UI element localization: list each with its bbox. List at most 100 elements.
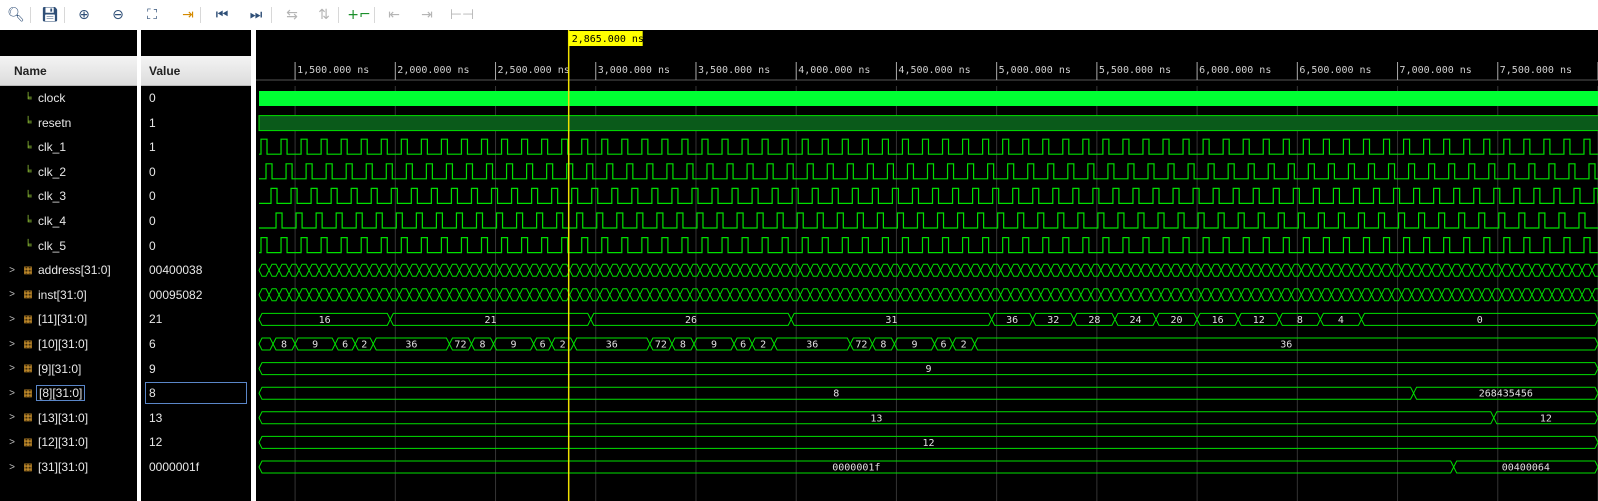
reg10-waveform-value-label: 36 (405, 340, 417, 351)
time-tick-label: 5,500.000 ns (1099, 65, 1171, 76)
reg11-waveform-value-label: 32 (1047, 315, 1059, 326)
signal-row-clock[interactable]: ╘ clock (0, 86, 137, 110)
expand-chevron-icon[interactable]: > (8, 412, 16, 423)
signal-row-31310[interactable]: > ▦ [31][31:0] (0, 455, 137, 479)
address-waveform-segment (308, 263, 320, 277)
address-waveform-segment (288, 263, 300, 277)
address-waveform-segment (589, 263, 601, 277)
signal-row-clk-1[interactable]: ╘ clk_1 (0, 135, 137, 159)
address-waveform-segment (1300, 263, 1312, 277)
zoom-fit-icon: ⛶ (147, 7, 157, 23)
signal-row-resetn[interactable]: ╘ resetn (0, 111, 137, 135)
zoom-in-button[interactable]: ⊕ (73, 4, 95, 26)
signal-row-12310[interactable]: > ▦ [12][31:0] (0, 430, 137, 454)
go-to-cursor-button[interactable]: ⇥ (177, 4, 199, 26)
reg10-waveform-value-label: 72 (655, 340, 667, 351)
address-waveform-segment (438, 263, 450, 277)
expand-chevron-icon[interactable]: > (8, 437, 16, 448)
reg10-waveform-value-label: 9 (511, 340, 517, 351)
zoom-fit-button[interactable]: ⛶ (141, 4, 163, 26)
zoom-out-button[interactable]: ⊖ (107, 4, 129, 26)
address-waveform-segment (599, 263, 611, 277)
signal-value: 9 (149, 361, 156, 376)
inst-waveform-segment (859, 288, 871, 302)
signal-row-clk-2[interactable]: ╘ clk_2 (0, 160, 137, 184)
reg10-waveform-value-label: 72 (454, 340, 466, 351)
bit-signal-icon: ╘ (24, 92, 32, 104)
inst-waveform-segment (829, 288, 841, 302)
waveform-canvas[interactable]: 1,500.000 ns 2,000.000 ns 2,500.000 ns 3,00… (256, 30, 1598, 501)
inst-waveform-segment (1200, 288, 1212, 302)
signal-row-8310[interactable]: > ▦ [8][31:0] (0, 381, 137, 405)
signal-value[interactable]: 8 (145, 382, 247, 405)
address-waveform-segment (428, 263, 440, 277)
signal-name-panel: Name ╘ clock ╘ resetn ╘ clk_1 ╘ clk_2 ╘ clk_3 ╘ clk… (0, 30, 137, 501)
address-waveform-segment (1070, 263, 1082, 277)
inst-waveform-segment (1290, 288, 1302, 302)
reg13-waveform-value-label: 13 (870, 413, 882, 424)
inst-waveform-segment (1431, 288, 1443, 302)
reg11-waveform-value-label: 4 (1338, 315, 1344, 326)
reg10-waveform-value-label: 8 (880, 340, 886, 351)
signal-row-10310[interactable]: > ▦ [10][31:0] (0, 332, 137, 356)
value-column-header[interactable]: Value (141, 56, 251, 86)
expand-chevron-icon[interactable]: > (8, 363, 16, 374)
expand-chevron-icon[interactable]: > (8, 289, 16, 300)
address-waveform-segment (909, 263, 922, 277)
inst-waveform-segment (418, 288, 430, 302)
next-marker-button: ⇥ (416, 4, 438, 26)
signal-value: 0 (149, 189, 156, 204)
address-waveform-segment (789, 263, 801, 277)
inst-waveform-segment (388, 288, 400, 302)
signal-row-11310[interactable]: > ▦ [11][31:0] (0, 307, 137, 331)
inst-waveform-segment (358, 288, 370, 302)
inst-waveform-segment (929, 288, 942, 302)
inst-waveform-segment (328, 288, 340, 302)
inst-waveform-segment (1390, 288, 1403, 302)
inst-waveform-segment (939, 288, 952, 302)
address-waveform-segment (779, 263, 791, 277)
inst-waveform-segment (529, 288, 541, 302)
inst-waveform-segment (1360, 288, 1373, 302)
zoom-search-button[interactable]: 🔍︎ (5, 4, 27, 26)
address-waveform-segment (1170, 263, 1182, 277)
inst-waveform-segment (970, 288, 982, 302)
inst-waveform-segment (1270, 288, 1282, 302)
signal-row-13310[interactable]: > ▦ [13][31:0] (0, 406, 137, 430)
expand-chevron-icon[interactable]: > (8, 462, 16, 473)
expand-chevron-icon[interactable]: > (8, 265, 16, 276)
bus-signal-icon: ▦ (23, 289, 33, 301)
address-waveform-segment (488, 263, 501, 277)
expand-chevron-icon[interactable]: > (8, 339, 16, 350)
name-column-header[interactable]: Name (0, 56, 137, 86)
reg10-waveform-value-label: 72 (855, 340, 867, 351)
add-marker-button[interactable]: +⌐ (347, 4, 370, 26)
inst-waveform-segment (709, 288, 721, 302)
inst-waveform-segment (378, 288, 390, 302)
inst-waveform-segment (539, 288, 551, 302)
signal-row-9310[interactable]: > ▦ [9][31:0] (0, 357, 137, 381)
address-waveform-segment (769, 263, 781, 277)
save-button[interactable]: 💾︎ (39, 4, 61, 26)
signal-row-inst310[interactable]: > ▦ inst[31:0] (0, 283, 137, 307)
signal-row-address310[interactable]: > ▦ address[31:0] (0, 258, 137, 282)
address-waveform-segment (739, 263, 751, 277)
inst-waveform-segment (1380, 288, 1393, 302)
address-waveform-segment (990, 263, 1002, 277)
signal-row-clk-5[interactable]: ╘ clk_5 (0, 234, 137, 258)
expand-chevron-icon[interactable]: > (8, 314, 16, 325)
inst-waveform-segment (458, 288, 471, 302)
signal-value: 6 (149, 337, 156, 351)
address-waveform-segment (649, 263, 661, 277)
inst-waveform-segment (1150, 288, 1162, 302)
inst-waveform-segment (338, 288, 350, 302)
address-waveform-segment (1030, 263, 1042, 277)
expand-chevron-icon[interactable]: > (8, 388, 16, 399)
signal-row-clk-4[interactable]: ╘ clk_4 (0, 209, 137, 233)
bus-signal-icon: ▦ (23, 412, 33, 424)
go-to-start-button[interactable]: ⏮ (211, 4, 233, 26)
address-waveform-segment (1370, 263, 1383, 277)
signal-row-clk-3[interactable]: ╘ clk_3 (0, 184, 137, 208)
signal-name: [9][31:0] (38, 361, 82, 376)
go-to-end-button[interactable]: ⏭ (245, 4, 267, 26)
